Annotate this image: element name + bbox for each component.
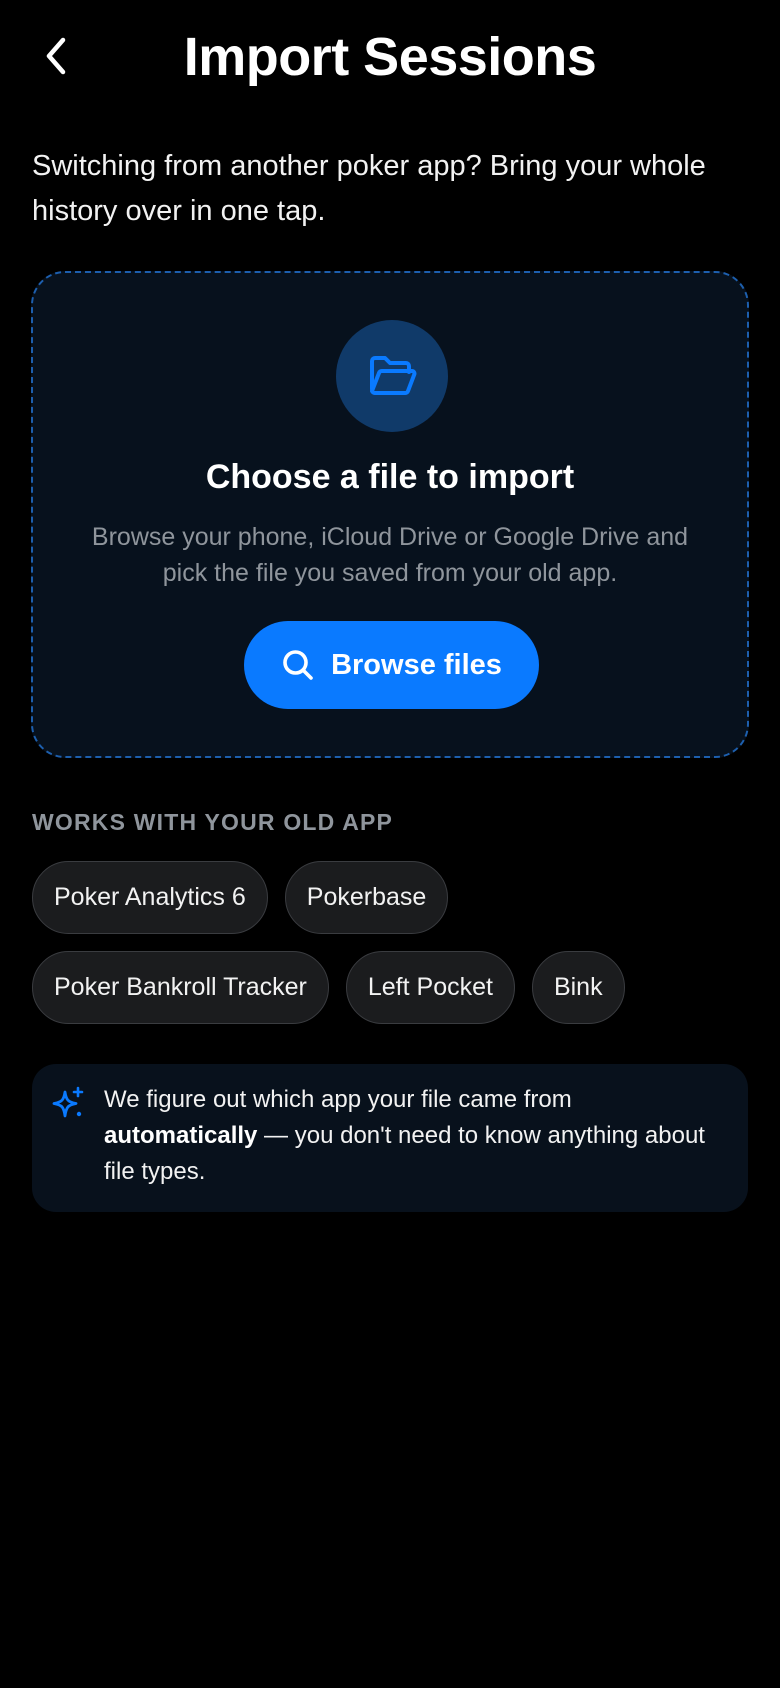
browse-files-button[interactable]: Browse files xyxy=(244,621,539,709)
compatible-apps-label: WORKS WITH YOUR OLD APP xyxy=(32,809,394,835)
app-chip-poker-analytics-6[interactable]: Poker Analytics 6 xyxy=(32,861,268,934)
app-chip-left-pocket[interactable]: Left Pocket xyxy=(345,951,515,1024)
sparkle-icon xyxy=(52,1086,84,1118)
app-chip-pokerbase[interactable]: Pokerbase xyxy=(284,861,449,934)
app-chip-bink[interactable]: Bink xyxy=(531,951,625,1024)
search-icon xyxy=(283,650,313,680)
info-text-emphasis: automatically xyxy=(104,1122,258,1149)
browse-files-label: Browse files xyxy=(331,648,502,681)
dropzone-description: Browse your phone, iCloud Drive or Googl… xyxy=(91,523,689,587)
folder-open-icon xyxy=(370,356,417,395)
app-chip-poker-bankroll-tracker[interactable]: Poker Bankroll Tracker xyxy=(32,951,329,1024)
dropzone-title: Choose a file to import xyxy=(205,458,575,496)
compatible-apps-list: Poker Analytics 6 Pokerbase Poker Bankro… xyxy=(32,861,752,1024)
intro-text: Switching from another poker app? Bring … xyxy=(32,150,706,227)
auto-detect-info-text: We figure out which app your file came f… xyxy=(104,1082,714,1190)
header: Import Sessions xyxy=(0,0,780,116)
auto-detect-info-card: We figure out which app your file came f… xyxy=(32,1064,748,1212)
file-dropzone[interactable]: Choose a file to import Browse your phon… xyxy=(31,271,749,758)
folder-icon-circle xyxy=(336,320,448,432)
info-text-lead: We figure out which app your file came f… xyxy=(104,1086,572,1113)
page-title: Import Sessions xyxy=(183,27,597,87)
